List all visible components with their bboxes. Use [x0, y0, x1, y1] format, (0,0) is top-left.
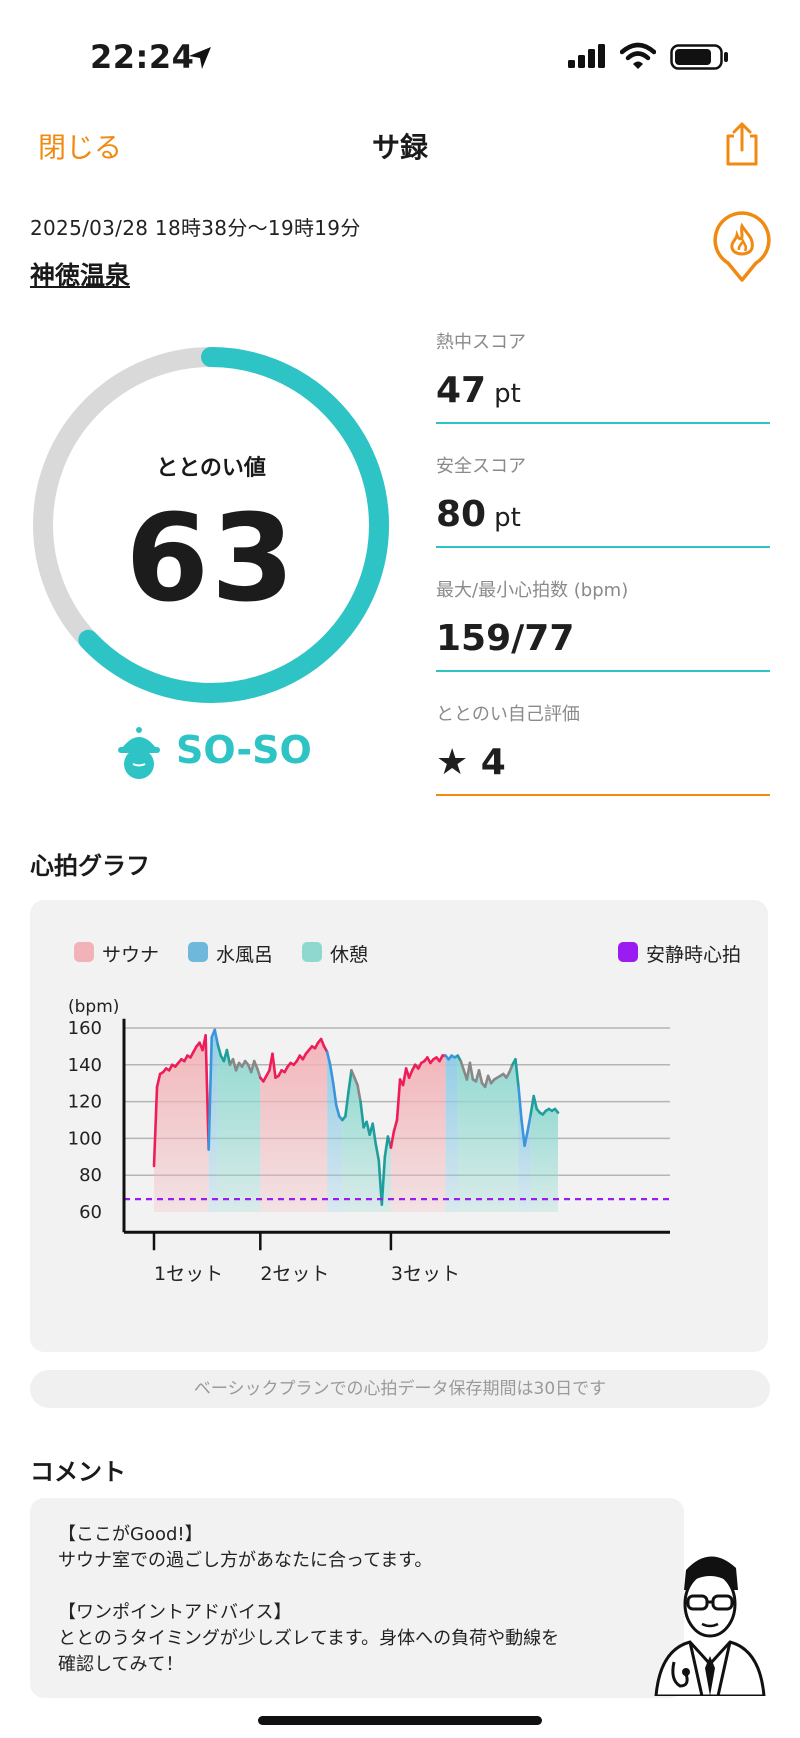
- totonoi-label: ととのい値: [156, 456, 266, 481]
- stat-divider: [436, 422, 770, 424]
- chart-ytick-label: 100: [68, 1128, 102, 1149]
- chart-ylabel: (bpm): [68, 997, 119, 1017]
- mood-face-icon: [118, 727, 160, 779]
- chart-ytick-label: 160: [68, 1018, 102, 1039]
- stat-divider: [436, 546, 770, 548]
- share-icon[interactable]: [722, 120, 762, 168]
- stat-divider-rating: [436, 794, 770, 796]
- legend-rest: 休憩: [330, 944, 369, 966]
- location-arrow-icon: [189, 47, 211, 69]
- chart-xtick-label: 2セット: [260, 1263, 329, 1285]
- legend-cold-bath: 水風呂: [216, 944, 274, 966]
- stat-unit-safety: pt: [494, 503, 521, 533]
- comment-text: 【ここがGood!】 サウナ室での過ごし方があなたに合ってます。 【ワンポイント…: [58, 1524, 560, 1675]
- cellular-signal-icon: [568, 44, 605, 68]
- stat-label-self-rating: ととのい自己評価: [436, 704, 580, 725]
- comment-title: コメント: [30, 1458, 126, 1486]
- chart-ytick-label: 80: [79, 1165, 102, 1186]
- chart-xtick-label: 3セット: [391, 1263, 460, 1285]
- legend-swatch-resting-hr: [618, 942, 638, 962]
- chart-phase-cold: [327, 1051, 343, 1212]
- retention-notice: ベーシックプランでの心拍データ保存期間は30日です: [30, 1370, 770, 1408]
- heart-rate-chart: (bpm)160 140 120 100 80 60 1セット 2セット 3セット: [68, 997, 670, 1285]
- stat-unit-heat: pt: [494, 379, 521, 409]
- stat-value-safety: 80 pt: [436, 494, 521, 535]
- chart-ytick-label: 140: [68, 1055, 102, 1076]
- status-time: 22:24: [90, 38, 195, 76]
- chart-phase-sauna: [154, 1035, 209, 1212]
- legend-resting-hr: 安静時心拍: [646, 944, 742, 966]
- facility-link[interactable]: 神徳温泉: [30, 256, 130, 292]
- fire-chat-icon[interactable]: [712, 210, 772, 284]
- battery-icon: [670, 44, 728, 70]
- session-datetime: 2025/03/28 18時38分〜19時19分: [30, 216, 361, 240]
- stat-label-heat: 熱中スコア: [436, 332, 526, 353]
- self-rating-value[interactable]: ★ 4: [436, 742, 506, 783]
- chart-phase-rest: [217, 1044, 261, 1212]
- chart-ytick-label: 120: [68, 1092, 102, 1113]
- stat-label-heartrate: 最大/最小心拍数 (bpm): [436, 580, 629, 601]
- legend-swatch-rest: [302, 942, 322, 962]
- wifi-icon: [620, 42, 656, 69]
- chart-ytick-label: 60: [79, 1202, 102, 1223]
- heart-graph-title: 心拍グラフ: [30, 852, 150, 880]
- mood-label: SO-SO: [176, 728, 312, 772]
- legend-swatch-sauna: [74, 942, 94, 962]
- doctor-avatar-icon: [654, 1556, 766, 1696]
- chart-phase-cold: [445, 1055, 458, 1212]
- chart-xtick-label: 1セット: [154, 1263, 223, 1285]
- stat-divider: [436, 670, 770, 672]
- home-indicator[interactable]: [258, 1716, 542, 1725]
- totonoi-value: 63: [125, 490, 297, 629]
- stat-value-heartrate: 159/77: [436, 618, 575, 659]
- stat-value-heat: 47 pt: [436, 370, 521, 411]
- stat-label-safety: 安全スコア: [436, 456, 526, 477]
- close-button[interactable]: 閉じる: [38, 126, 122, 166]
- legend-swatch-cold: [188, 942, 208, 962]
- legend-sauna: サウナ: [102, 944, 160, 966]
